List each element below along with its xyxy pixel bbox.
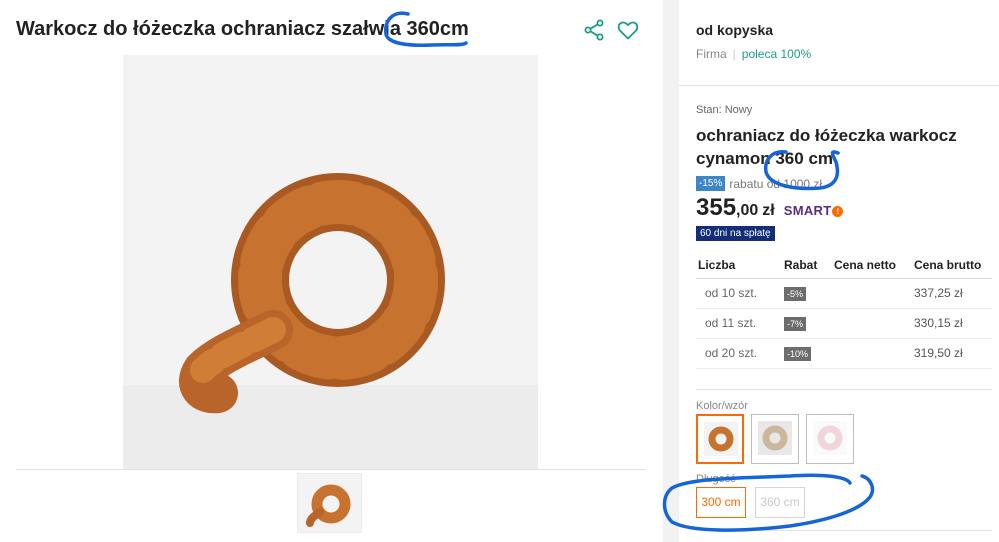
header-gross: Cena brutto [912,252,992,279]
offer-title: ochraniacz do łóżeczka warkocz cynamon 3… [696,126,957,168]
seller-box: od kopyska Firma | poleca 100% [679,0,999,86]
seller-meta: Firma | poleca 100% [696,47,811,61]
cinnamon-braid-thumbnail-icon [704,422,738,456]
header-discount: Rabat [782,252,832,279]
table-row: od 20 szt. -10% 319,50 zł [696,338,992,369]
length-option-300[interactable]: 300 cm [696,487,746,518]
variants-divider [696,389,992,390]
color-swatch-cinnamon[interactable] [696,414,744,464]
header-qty: Liczba [696,252,782,279]
row-qty: od 11 szt. [696,308,782,339]
price-row: 355,00 zł SMART! [696,194,992,222]
discount-tag: -10% [784,347,812,361]
main-product-image[interactable] [123,55,538,469]
row-net [832,278,912,309]
length-label: Długość [696,473,736,485]
row-qty: od 10 szt. [696,278,782,309]
row-gross: 330,15 zł [912,308,992,339]
row-gross: 319,50 zł [912,338,992,369]
discount-badge: -15% [696,176,726,191]
seller-recommend[interactable]: poleca 100% [742,47,811,61]
row-net [832,338,912,369]
row-discount: -10% [782,338,832,369]
color-label: Kolor/wzór [696,400,748,412]
discount-tag: -7% [784,317,807,331]
length-option-360[interactable]: 360 cm [755,487,805,518]
beige-braid-thumbnail-icon [758,421,792,455]
pink-braid-thumbnail-icon [813,421,847,455]
smart-mark-icon: ! [832,206,844,217]
table-row: od 10 szt. -5% 337,25 zł [696,278,992,309]
row-discount: -7% [782,308,832,339]
heart-icon[interactable] [616,18,640,42]
table-row: od 11 szt. -7% 330,15 zł [696,308,992,339]
color-swatch-beige[interactable] [751,414,799,464]
seller-name[interactable]: od kopyska [696,22,773,38]
smart-badge[interactable]: SMART! [784,203,844,218]
row-gross: 337,25 zł [912,278,992,309]
quantity-discount-table: Liczba Rabat Cena netto Cena brutto od 1… [696,252,992,369]
color-swatch-pink[interactable] [806,414,854,464]
gallery-divider [16,469,646,470]
bottom-divider [696,530,992,531]
gallery-thumbnail[interactable] [297,473,362,533]
price-currency: zł [762,202,775,219]
row-discount: -5% [782,278,832,309]
header-net: Cena netto [832,252,912,279]
item-condition: Stan: Nowy [696,104,753,116]
offer-panel: od kopyska Firma | poleca 100% Stan: Nowy … [679,0,999,542]
product-gallery-panel: Warkocz do łóżeczka ochraniacz szałwia 3… [0,0,663,542]
table-header-row: Liczba Rabat Cena netto Cena brutto [696,252,992,279]
row-qty: od 20 szt. [696,338,782,369]
product-page: Warkocz do łóżeczka ochraniacz szałwia 3… [0,0,999,542]
row-net [832,308,912,339]
price-cents: ,00 [736,202,759,219]
seller-type: Firma [696,47,727,61]
price-main: 355 [696,194,737,221]
discount-text: rabatu od 1000 zł [729,176,823,191]
meta-separator: | [732,47,736,61]
offer-info: Stan: Nowy ochraniacz do łóżeczka warkoc… [696,104,992,241]
share-icon[interactable] [582,18,606,42]
discount-row: -15% rabatu od 1000 zł [696,176,992,191]
pay-later-badge[interactable]: 60 dni na spłatę [696,226,775,241]
product-title: Warkocz do łóżeczka ochraniacz szałwia 3… [16,18,469,40]
discount-tag: -5% [784,287,807,301]
smart-label: SMART [783,203,832,218]
title-row: Warkocz do łóżeczka ochraniacz szałwia 3… [16,14,646,48]
